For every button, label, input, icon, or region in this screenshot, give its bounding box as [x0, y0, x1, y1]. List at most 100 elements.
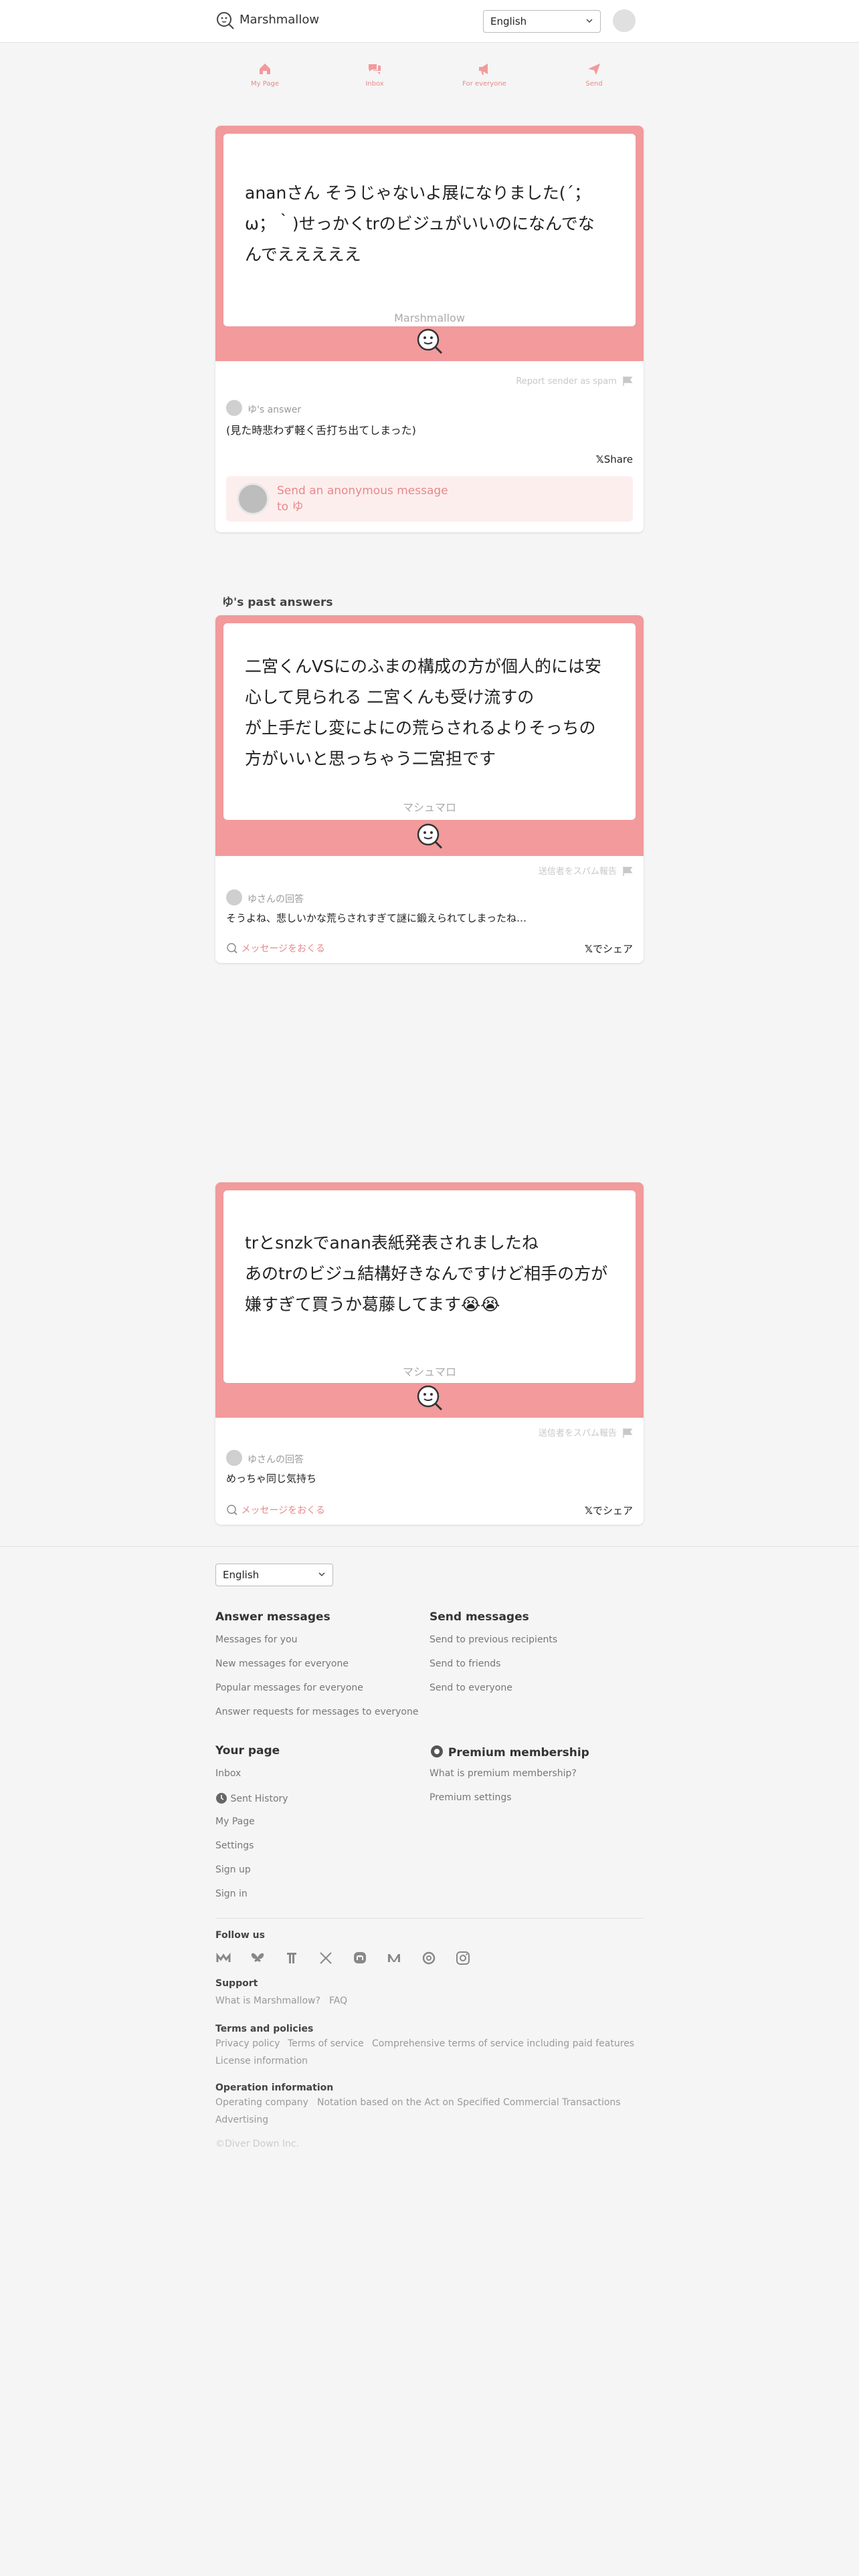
report-spam-link[interactable]: 送信者をスパム報告	[539, 864, 633, 877]
marshmallow-icon	[417, 1385, 443, 1411]
footer-link[interactable]: New messages for everyone	[215, 1658, 349, 1669]
user-avatar[interactable]	[613, 9, 636, 32]
report-spam-link[interactable]: 送信者をスパム報告	[539, 1426, 633, 1438]
footer-link[interactable]: Comprehensive terms of service including…	[372, 2038, 634, 2049]
gear-icon	[431, 1745, 443, 1757]
footer-link[interactable]: Answer requests for messages to everyone	[215, 1707, 418, 1717]
nav-inbox[interactable]: Inbox	[335, 62, 415, 88]
follow-us-heading: Follow us	[215, 1930, 265, 1941]
marshmallow-icon	[417, 823, 443, 849]
marshmallow-small-icon	[227, 1505, 237, 1515]
answer-label: ゆ's answer	[248, 405, 302, 415]
mastodon-icon[interactable]	[352, 1950, 368, 1966]
report-spam-label: 送信者をスパム報告	[538, 867, 617, 877]
share-button[interactable]: 𝕏でシェア	[585, 942, 633, 956]
megaphone-icon	[479, 64, 488, 75]
flag-icon	[623, 867, 633, 876]
threads-like-icon[interactable]	[284, 1950, 300, 1966]
marshmallow-icon	[417, 328, 443, 354]
x-logo-icon: 𝕏	[584, 1505, 593, 1517]
message-line: 方がいいと思っちゃう二宮担です	[245, 749, 496, 768]
bluesky-icon[interactable]	[250, 1950, 266, 1966]
footer-link[interactable]: What is premium membership?	[430, 1768, 577, 1779]
support-heading: Support	[215, 1978, 258, 1989]
footer-link[interactable]: Sign up	[215, 1864, 251, 1875]
brand-name[interactable]: Marshmallow	[240, 13, 319, 27]
footer-language-select[interactable]: English	[215, 1564, 333, 1586]
footer-link[interactable]: Premium settings	[430, 1792, 512, 1803]
paper-plane-icon	[588, 64, 600, 75]
footer-link[interactable]: Advertising	[215, 2115, 268, 2125]
nav-send[interactable]: Send	[554, 62, 634, 88]
send-message-link[interactable]: メッセージをおくる	[226, 942, 325, 955]
medium-icon[interactable]	[386, 1950, 402, 1966]
footer-language-value: English	[223, 1569, 260, 1581]
message-box: ananさん そうじゃないよ展になりました(´； ω；｀)せっかくtrのビジュが…	[223, 134, 636, 326]
misskey-icon[interactable]	[215, 1950, 231, 1966]
past-answer-card[interactable]: 二宮くんVSにのふまの構成の方が個人的には安 心して見られる 二宮くんも受け流す…	[215, 615, 644, 963]
nav-for-everyone-label: For everyone	[462, 80, 506, 88]
main-message-card: ananさん そうじゃないよ展になりました(´； ω；｀)せっかくtrのビジュが…	[215, 126, 644, 532]
footer-link[interactable]: FAQ	[329, 1996, 347, 2006]
message-line: んでえええええ	[245, 245, 361, 264]
nav-send-label: Send	[585, 80, 603, 88]
report-spam-label: 送信者をスパム報告	[538, 1428, 617, 1438]
footer-link[interactable]: Privacy policy	[215, 2038, 280, 2049]
footer-link[interactable]: Operating company	[215, 2097, 308, 2108]
send-message-label: メッセージをおくる	[241, 1505, 325, 1516]
message-box: 二宮くんVSにのふまの構成の方が個人的には安 心して見られる 二宮くんも受け流す…	[223, 623, 636, 820]
send-anonymous-message-button[interactable]: Send an anonymous message to ゆ	[226, 476, 633, 522]
threads-icon[interactable]	[421, 1950, 437, 1966]
footer-link[interactable]: My Page	[215, 1816, 255, 1827]
footer-link[interactable]: Settings	[215, 1840, 254, 1851]
answerer-avatar	[226, 400, 242, 416]
x-icon[interactable]	[318, 1950, 334, 1966]
past-answers-title: ゆ's past answers	[222, 596, 333, 609]
chat-bubbles-icon	[369, 64, 381, 74]
home-icon	[260, 64, 270, 74]
message-line: が上手だし変によにの荒らされるよりそっちの	[245, 718, 596, 738]
marshmallow-logo-icon[interactable]	[215, 11, 235, 31]
history-icon	[216, 1793, 227, 1804]
message-text: ananさん そうじゃないよ展になりました(´； ω；｀)せっかくtrのビジュが…	[245, 178, 619, 270]
footer-link[interactable]: License information	[215, 2056, 308, 2066]
share-label: Share	[603, 453, 633, 465]
language-select[interactable]: English	[483, 10, 601, 33]
past-answer-card[interactable]: trとsnzkでanan表紙発表されましたね あのtrのビジュ結構好きなんですけ…	[215, 1182, 644, 1525]
x-logo-icon: 𝕏	[595, 453, 604, 465]
footer-link[interactable]: Popular messages for everyone	[215, 1683, 363, 1693]
footer-link[interactable]: Inbox	[215, 1768, 241, 1779]
message-text: 二宮くんVSにのふまの構成の方が個人的には安 心して見られる 二宮くんも受け流す…	[245, 651, 619, 774]
copyright: ©Diver Down Inc.	[215, 2139, 300, 2149]
message-line: trとsnzkでanan表紙発表されましたね	[245, 1233, 539, 1253]
send-message-link[interactable]: メッセージをおくる	[226, 1503, 325, 1517]
message-line: ananさん そうじゃないよ展になりました(´；	[245, 183, 591, 203]
footer-link[interactable]: Send to previous recipients	[430, 1634, 557, 1645]
share-label: でシェア	[592, 943, 633, 955]
footer-link[interactable]: Terms of service	[288, 2038, 364, 2049]
report-spam-link[interactable]: Report sender as spam	[516, 376, 633, 387]
nav-for-everyone[interactable]: For everyone	[444, 62, 524, 88]
send-message-label: メッセージをおくる	[241, 944, 325, 954]
footer-link[interactable]: Sign in	[215, 1889, 248, 1899]
send-messages-heading: Send messages	[430, 1610, 529, 1624]
footer-link[interactable]: Send to everyone	[430, 1683, 512, 1693]
operation-heading: Operation information	[215, 2082, 334, 2093]
share-button[interactable]: 𝕏でシェア	[585, 1503, 633, 1517]
answer-messages-heading: Answer messages	[215, 1610, 330, 1624]
footer-link[interactable]: Send to friends	[430, 1658, 500, 1669]
instagram-icon[interactable]	[455, 1950, 471, 1966]
message-band: trとsnzkでanan表紙発表されましたね あのtrのビジュ結構好きなんですけ…	[215, 1182, 644, 1418]
share-button[interactable]: 𝕏Share	[596, 453, 633, 465]
message-brand: マシュマロ	[402, 1366, 456, 1378]
message-line: 二宮くんVSにのふまの構成の方が個人的には安	[245, 657, 601, 676]
x-logo-icon: 𝕏	[584, 943, 593, 955]
footer-link-sent-history[interactable]: Sent History	[215, 1792, 288, 1804]
social-links	[215, 1950, 486, 1969]
footer-link[interactable]: Messages for you	[215, 1634, 298, 1645]
flag-icon	[623, 377, 633, 386]
answerer-avatar	[226, 889, 242, 905]
nav-my-page[interactable]: My Page	[225, 62, 305, 88]
footer-link[interactable]: Notation based on the Act on Specified C…	[317, 2097, 621, 2108]
footer-link[interactable]: What is Marshmallow?	[215, 1996, 320, 2006]
